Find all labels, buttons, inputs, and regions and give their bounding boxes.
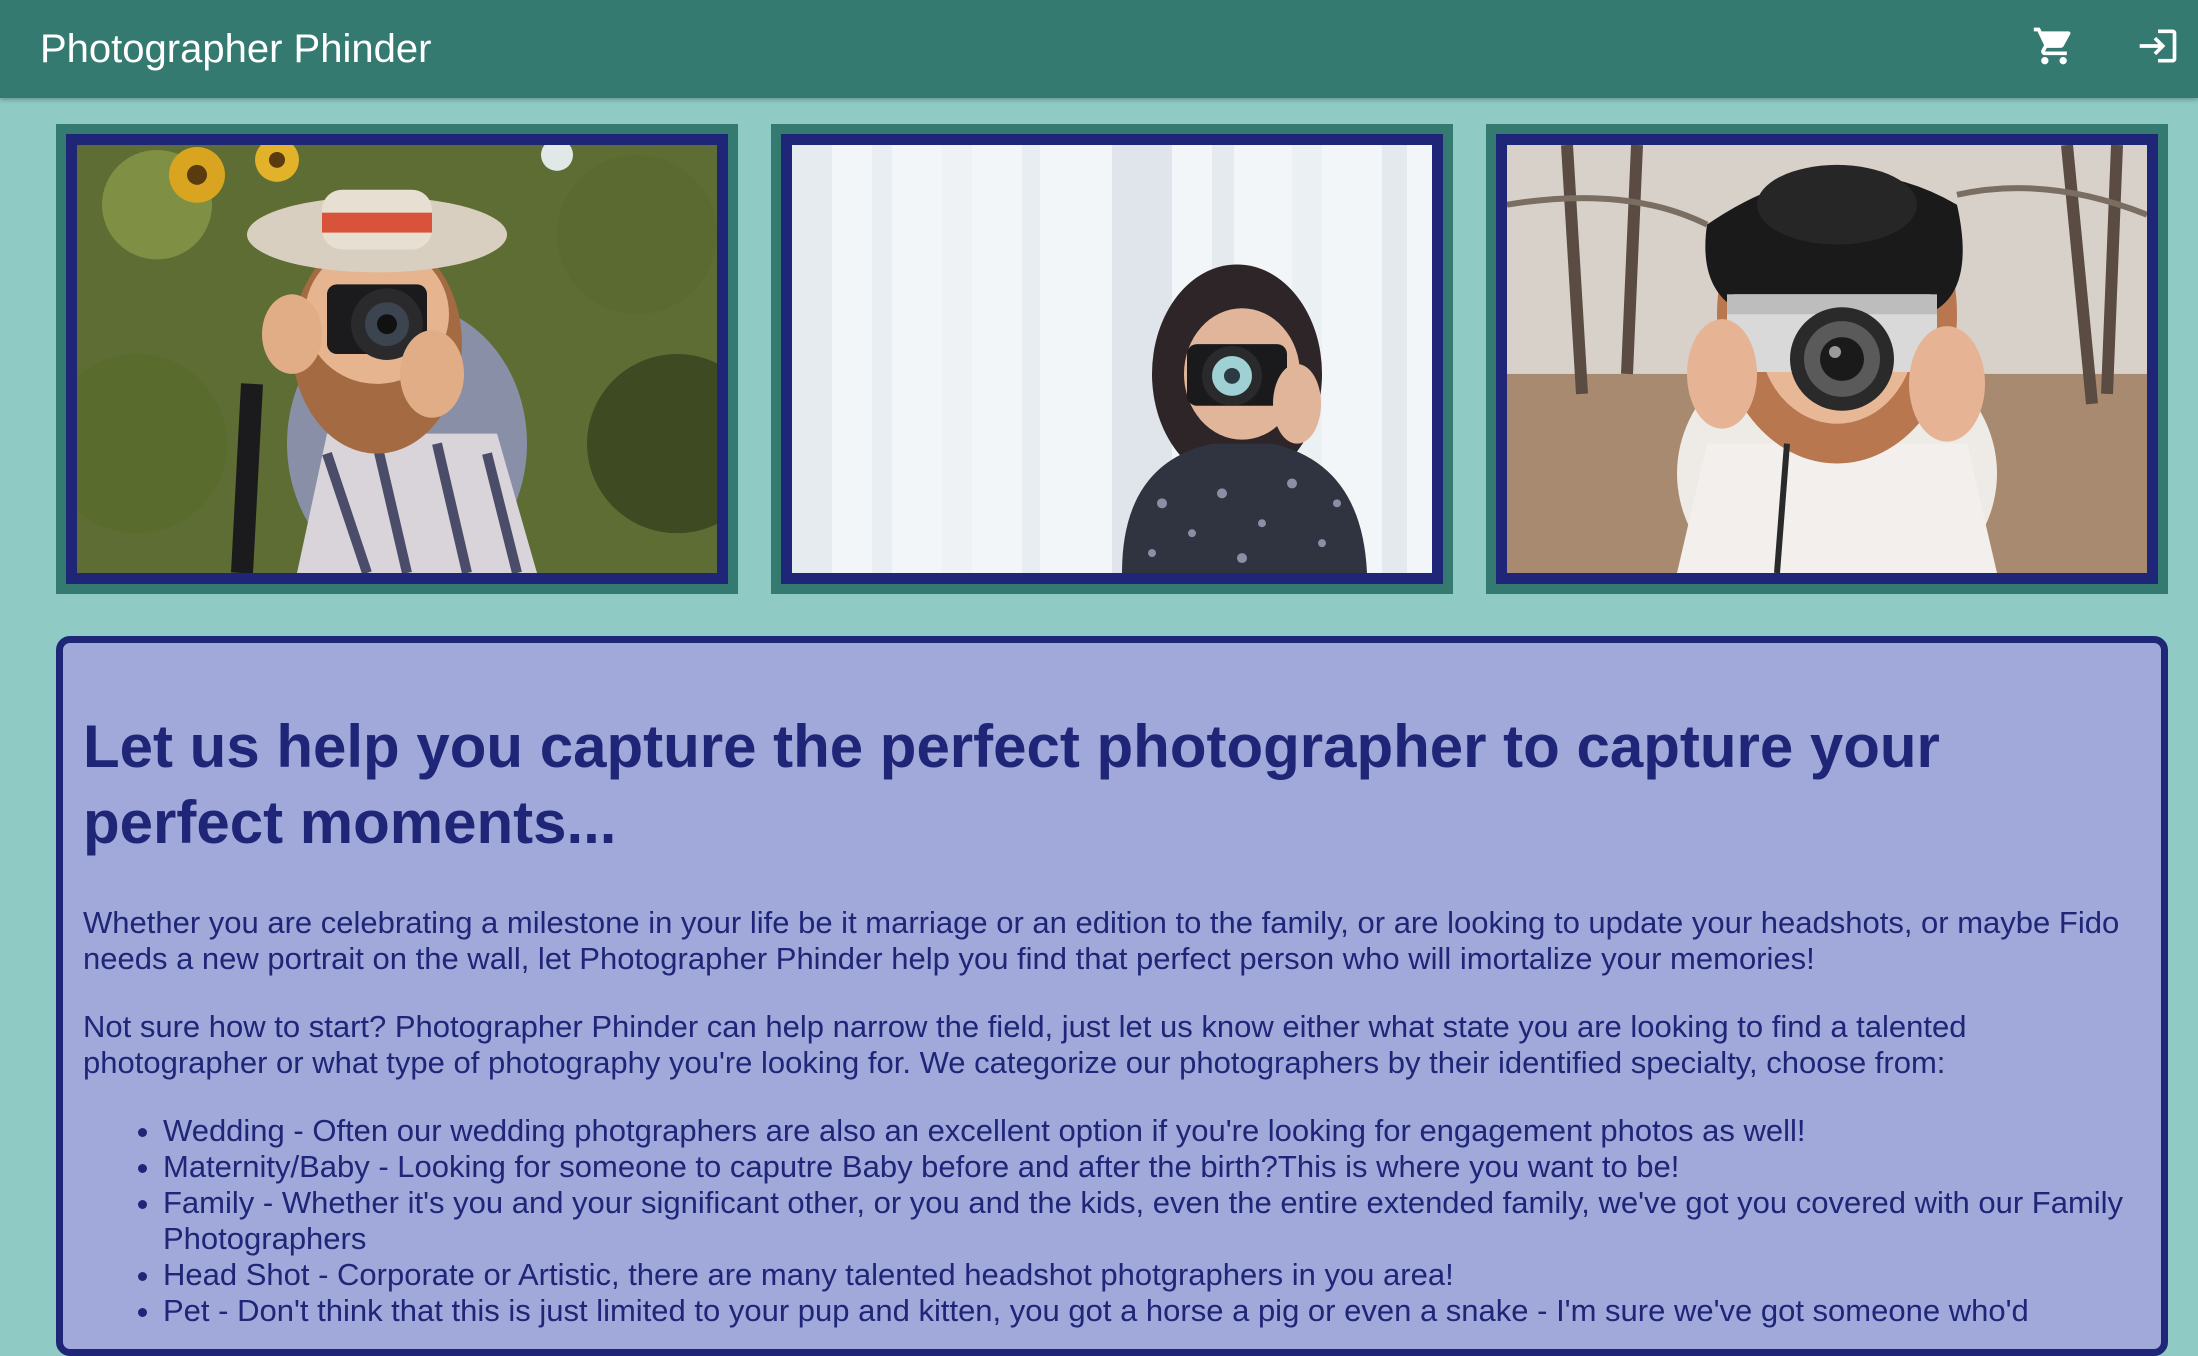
photo-gallery <box>56 124 2168 594</box>
photo-card-2 <box>771 124 1453 594</box>
photo-vintage-camera-photographer <box>1507 145 2147 573</box>
app-bar: Photographer Phinder <box>0 0 2198 98</box>
how-to-start-paragraph: Not sure how to start? Photographer Phin… <box>83 1009 1967 1080</box>
list-item: Head Shot - Corporate or Artistic, there… <box>163 1257 2163 1293</box>
login-button[interactable] <box>2128 16 2188 76</box>
photo-card-1 <box>56 124 738 594</box>
cart-button[interactable] <box>2024 16 2084 76</box>
specialty-list: Wedding - Often our wedding photgraphers… <box>83 1113 2163 1329</box>
photo-sunflower-photographer <box>77 145 717 573</box>
intro-paragraph: Whether you are celebrating a milestone … <box>83 905 2120 976</box>
photo-frame <box>781 134 1443 584</box>
page-headline: Let us help you capture the perfect phot… <box>83 713 1940 856</box>
list-item: Maternity/Baby - Looking for someone to … <box>163 1149 2163 1185</box>
app-title[interactable]: Photographer Phinder <box>40 24 431 74</box>
list-item: Wedding - Often our wedding photgraphers… <box>163 1113 2163 1149</box>
photo-card-3 <box>1486 124 2168 594</box>
login-icon <box>2139 29 2177 63</box>
list-item: Pet - Don't think that this is just limi… <box>163 1293 2163 1329</box>
photo-frame <box>66 134 728 584</box>
photo-curtain-photographer <box>792 145 1432 573</box>
cart-icon <box>2033 27 2071 65</box>
intro-card: Let us help you capture the perfect phot… <box>56 636 2168 1356</box>
list-item: Family - Whether it's you and your signi… <box>163 1185 2163 1257</box>
photo-frame <box>1496 134 2158 584</box>
